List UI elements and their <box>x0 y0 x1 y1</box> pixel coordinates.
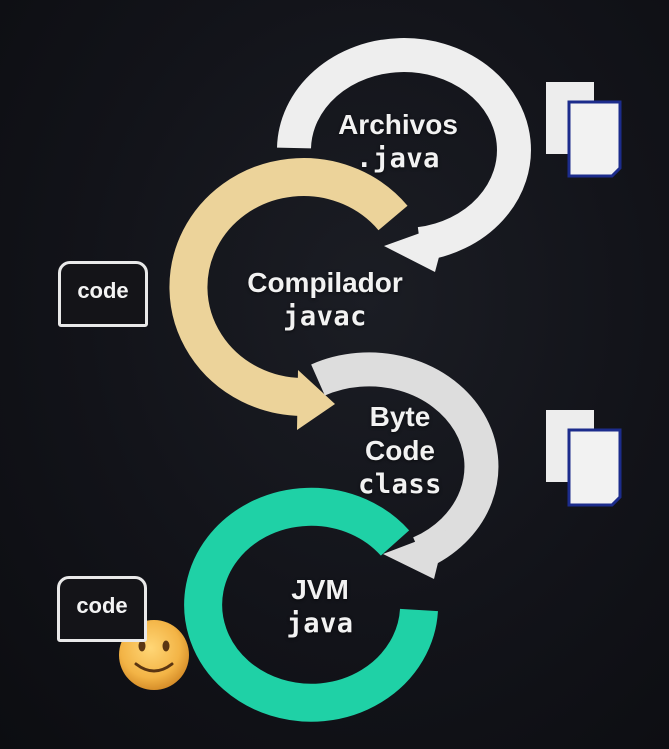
archivos-title: Archivos <box>338 109 458 140</box>
bytecode-title-1: Byte <box>369 401 431 432</box>
compilador-label: Compilador javac <box>230 266 420 334</box>
jvm-command: java <box>286 608 354 639</box>
bytecode-title-2: Code <box>365 435 435 466</box>
java-compilation-diagram: Archivos .java Compilador javac Byte Cod… <box>0 0 669 749</box>
jvm-label: JVM java <box>250 573 390 641</box>
bytecode-extension: class <box>358 469 442 500</box>
compilador-command: javac <box>283 301 367 332</box>
archivos-label: Archivos .java <box>318 108 478 176</box>
jvm-title: JVM <box>291 574 349 605</box>
copy-documents-icon <box>546 82 622 178</box>
bytecode-label: Byte Code class <box>330 400 470 502</box>
archivos-extension: .java <box>356 143 440 174</box>
code-box-top: code <box>58 261 148 327</box>
compilador-title: Compilador <box>247 267 403 298</box>
code-box-bottom: code <box>57 576 147 642</box>
copy-documents-icon <box>546 410 622 507</box>
